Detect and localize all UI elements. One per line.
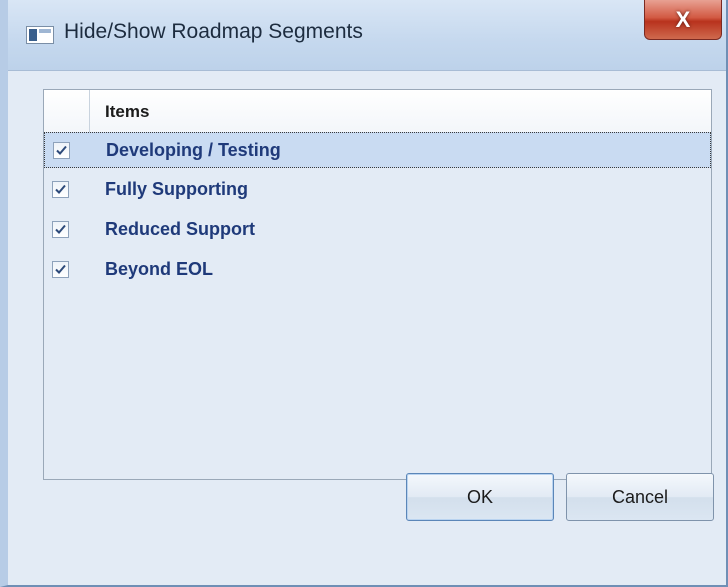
item-checkbox[interactable]	[52, 261, 69, 278]
title-bar[interactable]: Hide/Show Roadmap Segments X	[8, 0, 726, 70]
window-title: Hide/Show Roadmap Segments	[64, 20, 363, 43]
cancel-button[interactable]: Cancel	[566, 473, 714, 521]
ok-button[interactable]: OK	[406, 473, 554, 521]
list-item[interactable]: Reduced Support	[44, 212, 711, 248]
list-item-label: Fully Supporting	[105, 179, 248, 199]
column-header-items[interactable]: Items	[105, 102, 149, 122]
header-checkbox-column	[44, 90, 90, 132]
dialog-window: Hide/Show Roadmap Segments X Items Devel…	[0, 0, 728, 587]
list-item-label: Reduced Support	[105, 219, 256, 239]
list-item[interactable]: Fully Supporting	[44, 172, 711, 208]
list-item-label: Developing / Testing	[106, 140, 281, 160]
item-checkbox[interactable]	[52, 221, 69, 238]
item-checkbox[interactable]	[53, 142, 70, 159]
dialog-body: Items Developing / Testing Fully Support…	[8, 70, 726, 585]
window-app-icon	[26, 26, 54, 44]
close-button[interactable]: X	[644, 0, 722, 40]
checkmark-icon	[55, 224, 66, 234]
list-item[interactable]: Beyond EOL	[44, 252, 711, 288]
items-list[interactable]: Items Developing / Testing Fully Support…	[43, 89, 712, 480]
list-header: Items	[44, 90, 711, 133]
checkmark-icon	[55, 184, 66, 194]
list-item[interactable]: Developing / Testing	[44, 132, 711, 168]
checkmark-icon	[55, 264, 66, 274]
item-checkbox[interactable]	[52, 181, 69, 198]
checkmark-icon	[56, 145, 67, 155]
list-item-label: Beyond EOL	[105, 259, 214, 279]
close-icon: X	[675, 6, 691, 32]
